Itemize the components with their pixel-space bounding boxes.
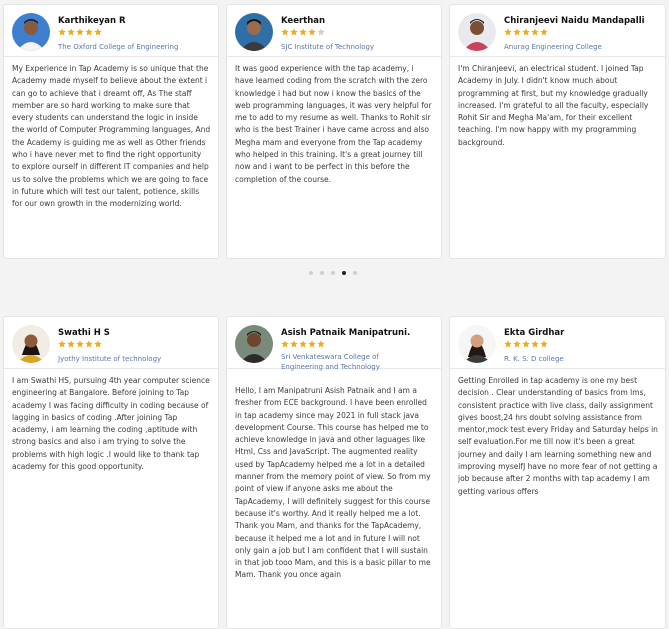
rating-stars (58, 340, 102, 348)
testimonial-card: Karthikeyan R The Oxford College of Engi… (3, 4, 219, 259)
card-header: Ekta Girdhar R. K. S. D college (450, 317, 665, 369)
card-header: Chiranjeevi Naidu Mandapalli Anurag Engi… (450, 5, 665, 57)
star-icon (504, 28, 512, 36)
college-name: Jyothy Institute of technology (58, 355, 162, 363)
student-name: Swathi H S (58, 328, 110, 338)
star-icon (76, 340, 84, 348)
star-icon (308, 340, 316, 348)
star-icon (94, 340, 102, 348)
rating-stars (58, 28, 102, 36)
rating-stars (504, 28, 548, 36)
testimonial-card: Ekta Girdhar R. K. S. D college Getting … (449, 316, 666, 629)
card-header: Karthikeyan R The Oxford College of Engi… (4, 5, 218, 57)
star-icon (85, 28, 93, 36)
rating-stars (281, 340, 325, 348)
testimonial-card: Swathi H S Jyothy Institute of technolog… (3, 316, 219, 629)
star-icon (540, 340, 548, 348)
student-name: Karthikeyan R (58, 16, 126, 26)
star-icon (540, 28, 548, 36)
carousel-dot[interactable] (353, 271, 357, 275)
testimonial-card: Chiranjeevi Naidu Mandapalli Anurag Engi… (449, 4, 666, 259)
student-name: Chiranjeevi Naidu Mandapalli (504, 16, 645, 26)
star-icon (94, 28, 102, 36)
star-icon (85, 340, 93, 348)
carousel-dot[interactable] (331, 271, 335, 275)
star-icon (531, 28, 539, 36)
star-icon (281, 28, 289, 36)
college-name: SJC Institute of Technology (281, 43, 375, 51)
star-icon (317, 340, 325, 348)
testimonial-card: Keerthan SJC Institute of Technology It … (226, 4, 442, 259)
star-icon (522, 340, 530, 348)
star-icon (67, 340, 75, 348)
college-name: Anurag Engineering College (504, 43, 602, 51)
rating-stars (504, 340, 548, 348)
college-name: Sri Venkateswara College of Engineering … (281, 353, 380, 371)
star-icon (522, 28, 530, 36)
star-icon (531, 340, 539, 348)
avatar (235, 325, 273, 363)
avatar (458, 13, 496, 51)
star-icon (67, 28, 75, 36)
avatar (235, 13, 273, 51)
carousel-dot[interactable] (309, 271, 313, 275)
star-icon (290, 340, 298, 348)
star-icon (308, 28, 316, 36)
card-header: Swathi H S Jyothy Institute of technolog… (4, 317, 218, 369)
review-text: Hello, I am Manipatruni Asish Patnaik an… (235, 386, 431, 580)
rating-stars (281, 28, 325, 36)
review-text: I am Swathi HS, pursuing 4th year comput… (12, 376, 210, 472)
testimonial-card: Asish Patnaik Manipatruni. Sri Venkatesw… (226, 316, 442, 629)
carousel-dots (309, 271, 357, 275)
carousel-dot[interactable] (320, 271, 324, 275)
student-name: Asish Patnaik Manipatruni. (281, 328, 411, 338)
star-icon (290, 28, 298, 36)
star-icon (504, 340, 512, 348)
star-icon (58, 340, 66, 348)
carousel-dot[interactable] (342, 271, 346, 275)
student-name: Ekta Girdhar (504, 328, 565, 338)
review-text: It was good experience with the tap acad… (235, 64, 432, 184)
review-text: I'm Chiranjeevi, an electrical student. … (458, 64, 649, 147)
review-text: My Experience in Tap Academy is so uniqu… (12, 64, 211, 209)
star-icon (281, 340, 289, 348)
star-icon (513, 28, 521, 36)
star-icon (513, 340, 521, 348)
college-name: The Oxford College of Engineering (58, 43, 179, 51)
star-icon (317, 28, 325, 36)
star-icon (299, 340, 307, 348)
card-header: Asish Patnaik Manipatruni. Sri Venkatesw… (227, 317, 441, 371)
avatar (12, 325, 50, 363)
star-icon (76, 28, 84, 36)
star-icon (58, 28, 66, 36)
star-icon (299, 28, 307, 36)
avatar (12, 13, 50, 51)
college-name: R. K. S. D college (504, 355, 564, 363)
student-name: Keerthan (281, 16, 326, 26)
review-text: Getting Enrolled in tap academy is one m… (458, 376, 658, 496)
card-header: Keerthan SJC Institute of Technology (227, 5, 441, 57)
avatar (458, 325, 496, 363)
